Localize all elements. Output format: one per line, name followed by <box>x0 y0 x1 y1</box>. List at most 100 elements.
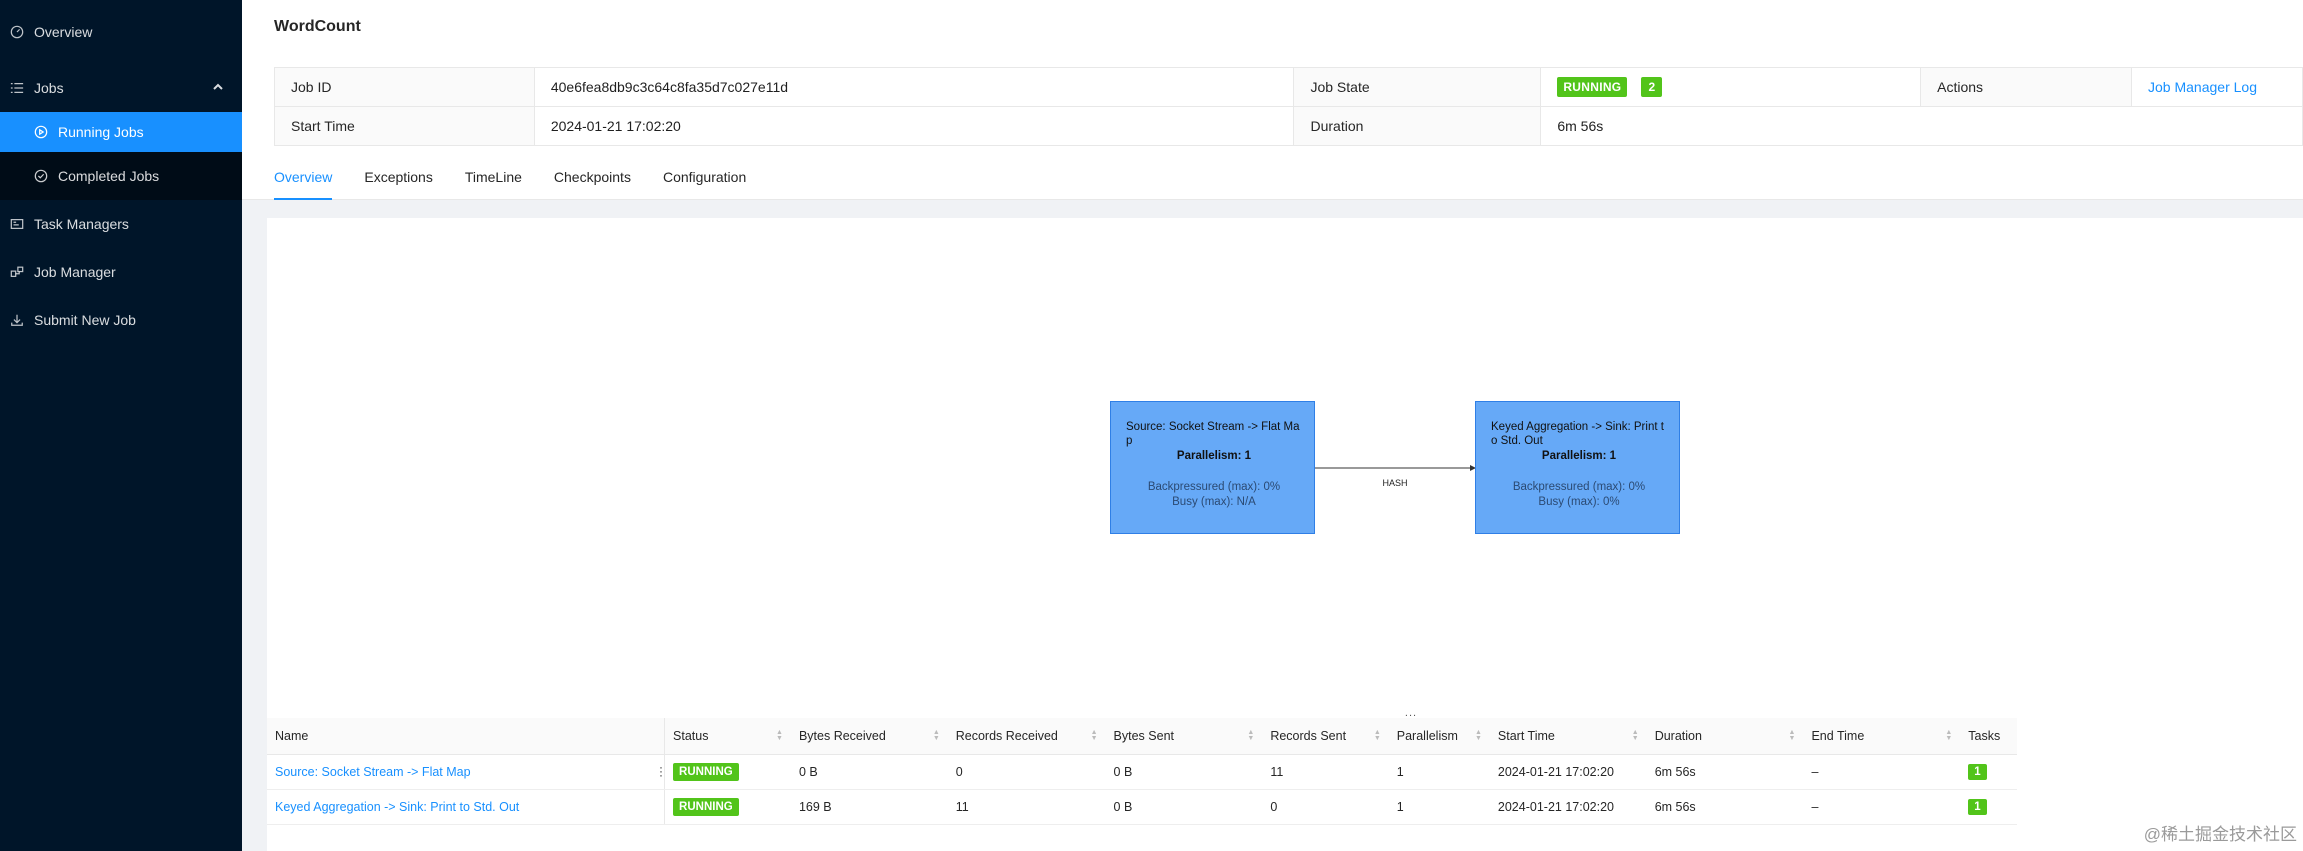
task-manager-icon <box>10 217 24 231</box>
sidebar-item-completed-jobs[interactable]: Completed Jobs <box>0 152 242 200</box>
node-title: Source: Socket Stream -> Flat Map <box>1126 421 1300 447</box>
more-icon[interactable]: · · · <box>659 761 663 781</box>
column-header-bytes-sent[interactable]: Bytes Sent ▲ ▼ <box>1105 718 1263 755</box>
tab-overview[interactable]: Overview <box>274 162 333 200</box>
tasks-badge[interactable]: 1 <box>1968 763 1987 780</box>
vertex-table: Name Status ▲ ▼ Bytes Received ▲ ▼ Records R… <box>267 718 2017 825</box>
node-title: Keyed Aggregation -> Sink: Print to Std.… <box>1491 421 1664 447</box>
sort-icon: ▲ ▼ <box>1945 729 1953 742</box>
column-header-tasks: Tasks <box>1960 718 2017 755</box>
job-id-value: 40e6fea8db9c3c64c8fa35d7c027e11d <box>533 67 1295 107</box>
cell-records-received: 0 <box>947 754 1106 790</box>
edge-label: HASH <box>1382 478 1407 488</box>
graph-node-source[interactable]: Source: Socket Stream -> Flat Map Parall… <box>1110 401 1315 534</box>
sort-icon: ▲ ▼ <box>1247 729 1255 742</box>
node-backpressured: Backpressured (max): 0% <box>1147 481 1281 493</box>
tasks-badge[interactable]: 1 <box>1968 798 1987 815</box>
cell-bytes-received: 0 B <box>790 754 948 790</box>
job-state-label: Job State <box>1293 67 1542 107</box>
play-circle-icon <box>34 125 48 139</box>
cell-parallelism: 1 <box>1388 754 1490 790</box>
node-backpressured: Backpressured (max): 0% <box>1512 481 1646 493</box>
cell-start-time: 2024-01-21 17:02:20 <box>1489 789 1647 825</box>
job-manager-log-link[interactable]: Job Manager Log <box>2148 79 2257 95</box>
status-badge: RUNNING <box>1557 77 1628 97</box>
start-time-value: 2024-01-21 17:02:20 <box>533 106 1295 146</box>
status-badge: RUNNING <box>673 762 739 781</box>
graph-node-sink[interactable]: Keyed Aggregation -> Sink: Print to Std.… <box>1475 401 1680 534</box>
sidebar-item-label: Submit New Job <box>34 312 136 328</box>
job-id-label: Job ID <box>274 67 535 107</box>
sort-icon: ▲ ▼ <box>1788 729 1796 742</box>
duration-label: Duration <box>1293 106 1542 146</box>
sort-icon: ▲ ▼ <box>1474 729 1482 742</box>
sort-icon: ▲ ▼ <box>1090 729 1098 742</box>
column-header-duration[interactable]: Duration ▲ ▼ <box>1646 718 1804 755</box>
tab-checkpoints[interactable]: Checkpoints <box>554 162 631 200</box>
actions-label: Actions <box>1920 67 2133 107</box>
jobs-submenu: Running Jobs Completed Jobs <box>0 112 242 200</box>
column-header-name[interactable]: Name <box>267 718 666 755</box>
sidebar-item-job-manager[interactable]: Job Manager <box>0 248 242 296</box>
column-header-status[interactable]: Status ▲ ▼ <box>664 718 791 755</box>
sidebar-item-overview[interactable]: Overview <box>0 0 242 64</box>
sidebar-item-label: Jobs <box>34 80 64 96</box>
job-state-value: RUNNING 2 <box>1540 67 1922 107</box>
node-parallelism: Parallelism: 1 <box>1541 450 1617 462</box>
node-busy: Busy (max): N/A <box>1172 496 1256 508</box>
vertex-name-link[interactable]: Keyed Aggregation -> Sink: Print to Std.… <box>275 800 519 814</box>
status-badge: RUNNING <box>673 797 739 816</box>
node-busy: Busy (max): 0% <box>1538 496 1620 508</box>
sidebar-item-jobs[interactable]: Jobs <box>0 64 242 112</box>
sidebar-item-submit-new-job[interactable]: Submit New Job <box>0 296 242 344</box>
sidebar-item-task-managers[interactable]: Task Managers <box>0 200 242 248</box>
job-description-table: Job ID 40e6fea8db9c3c64c8fa35d7c027e11d … <box>274 67 2303 146</box>
column-header-records-sent[interactable]: Records Sent ▲ ▼ <box>1262 718 1389 755</box>
sidebar-item-label: Overview <box>34 24 93 40</box>
main-content: WordCount Job ID 40e6fea8db9c3c64c8fa35d… <box>242 0 2303 851</box>
tab-configuration[interactable]: Configuration <box>663 162 746 200</box>
tab-timeline[interactable]: TimeLine <box>465 162 522 200</box>
column-header-records-received[interactable]: Records Received ▲ ▼ <box>947 718 1106 755</box>
column-header-bytes-received[interactable]: Bytes Received ▲ ▼ <box>790 718 948 755</box>
graph-edge: HASH <box>1315 465 1476 488</box>
cell-parallelism: 1 <box>1388 789 1490 825</box>
sort-icon: ▲ ▼ <box>932 729 940 742</box>
cell-duration: 6m 56s <box>1646 789 1804 825</box>
sidebar-item-label: Completed Jobs <box>58 168 160 184</box>
dashboard-icon <box>10 25 24 39</box>
cell-bytes-sent: 0 B <box>1105 754 1263 790</box>
job-graph[interactable]: Source: Socket Stream -> Flat Map Parall… <box>267 218 2303 718</box>
sidebar-item-running-jobs[interactable]: Running Jobs <box>0 112 242 152</box>
sort-icon: ▲ ▼ <box>776 729 783 742</box>
column-header-parallelism[interactable]: Parallelism ▲ ▼ <box>1388 718 1490 755</box>
actions-value: Job Manager Log <box>2131 67 2303 107</box>
sort-icon: ▲ ▼ <box>1631 729 1639 742</box>
cell-end-time: – <box>1803 789 1961 825</box>
table-row[interactable]: Keyed Aggregation -> Sink: Print to Std.… <box>267 789 2017 825</box>
column-header-end-time[interactable]: End Time ▲ ▼ <box>1803 718 1961 755</box>
page-title: WordCount <box>274 18 361 35</box>
check-circle-icon <box>34 169 48 183</box>
cell-end-time: – <box>1803 754 1961 790</box>
upload-icon <box>10 313 24 327</box>
table-row[interactable]: Source: Socket Stream -> Flat Map · · · RU… <box>267 754 2017 790</box>
node-parallelism: Parallelism: 1 <box>1176 450 1252 462</box>
cell-records-sent: 11 <box>1262 754 1389 790</box>
column-header-start-time[interactable]: Start Time ▲ ▼ <box>1489 718 1647 755</box>
vertex-table-panel: ... Name Status ▲ ▼ Bytes Received ▲ ▼ Recor… <box>267 708 2303 851</box>
duration-value: 6m 56s <box>1540 106 2303 146</box>
cluster-icon <box>10 265 24 279</box>
sort-icon: ▲ ▼ <box>1373 729 1381 742</box>
status-count-badge: 2 <box>1641 77 1663 97</box>
tab-exceptions[interactable]: Exceptions <box>364 162 432 200</box>
cell-bytes-sent: 0 B <box>1105 789 1263 825</box>
cell-bytes-received: 169 B <box>790 789 948 825</box>
list-icon <box>10 81 24 95</box>
sidebar-item-label: Job Manager <box>34 264 116 280</box>
vertex-name-link[interactable]: Source: Socket Stream -> Flat Map <box>275 765 471 779</box>
sidebar-item-label: Running Jobs <box>58 124 144 140</box>
start-time-label: Start Time <box>274 106 535 146</box>
chevron-up-icon <box>212 80 224 96</box>
watermark: @稀土掘金技术社区 <box>2143 825 2297 844</box>
